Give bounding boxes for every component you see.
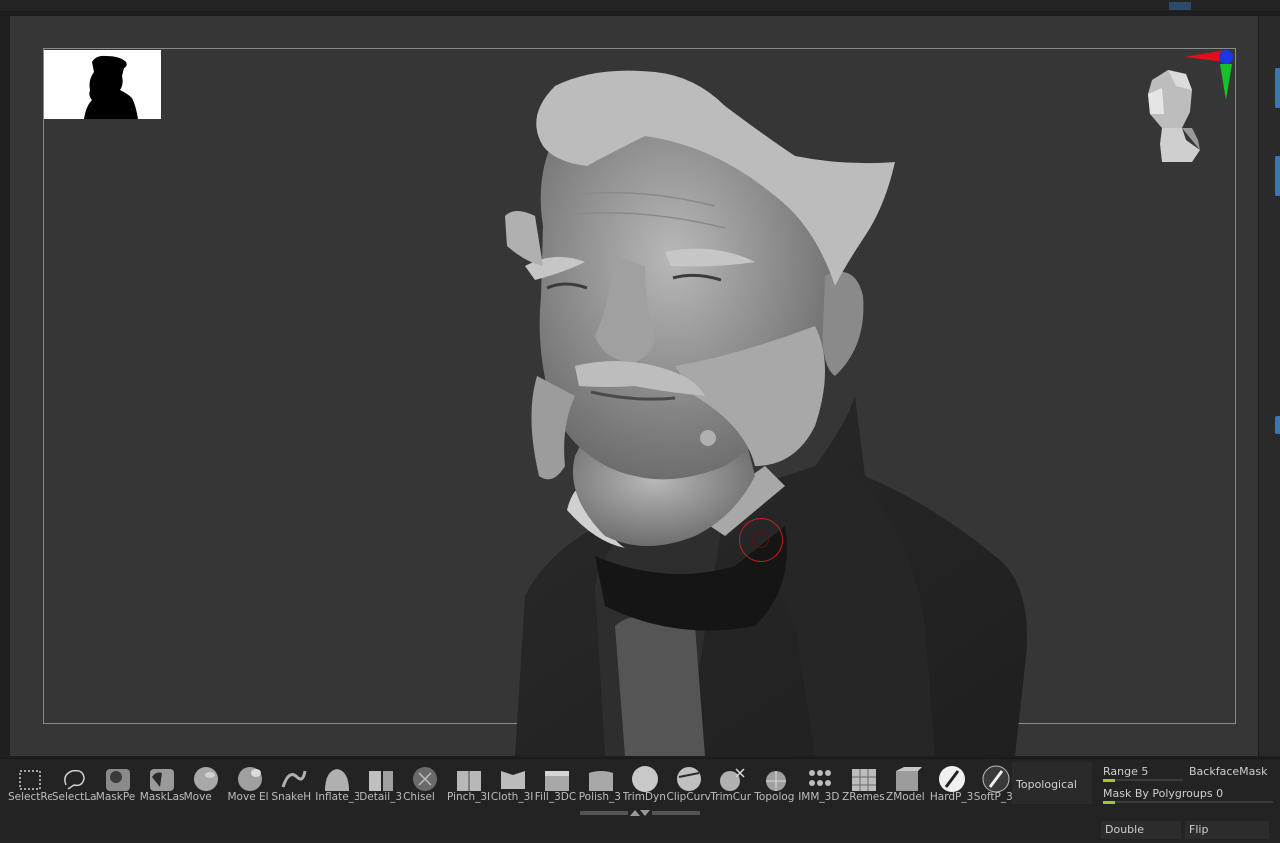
brush-label: Fill_3DC <box>534 791 577 803</box>
brush-fill-3dc[interactable]: Fill_3DC <box>535 763 579 805</box>
brush-label: Detail_3 <box>359 791 403 803</box>
brush-label: SelectLa <box>51 791 96 803</box>
active-tab-marker[interactable] <box>1169 2 1191 10</box>
brush-inflate-3[interactable]: Inflate_3 <box>315 763 359 805</box>
brush-pinch-3i[interactable]: Pinch_3I <box>447 763 491 805</box>
brush-label: Move El <box>227 791 269 803</box>
brush-label: Move <box>183 791 212 803</box>
mask-by-polygroups-track <box>1103 801 1273 804</box>
brush-label: Chisel <box>403 791 435 803</box>
brush-selectre[interactable]: SelectRe <box>8 763 52 805</box>
range-track <box>1103 779 1183 782</box>
top-menu-bar <box>0 0 1280 12</box>
brush-move-el[interactable]: Move El <box>228 763 272 805</box>
navigation-head-icon[interactable] <box>1140 66 1204 166</box>
silhouette-icon <box>84 55 138 119</box>
brush-move[interactable]: Move <box>184 763 228 805</box>
brush-label: TrimCur <box>710 791 752 803</box>
range-fill <box>1103 779 1115 782</box>
brush-label: SnakeH <box>271 791 312 803</box>
brush-detail-3[interactable]: Detail_3 <box>359 763 403 805</box>
double-label: Double <box>1105 823 1144 836</box>
brush-label: Polish_3 <box>578 791 621 803</box>
brush-label: Inflate_3 <box>315 791 360 803</box>
brush-label: MaskLas <box>139 791 184 803</box>
range-label: Range 5 <box>1103 765 1149 778</box>
brush-snakeh[interactable]: SnakeH <box>271 763 315 805</box>
brush-trimcur[interactable]: TrimCur <box>710 763 754 805</box>
right-panel-button[interactable] <box>1275 68 1280 108</box>
range-slider[interactable]: Range 5 <box>1101 762 1185 782</box>
brush-label: ZRemes <box>842 791 885 803</box>
brush-label: Pinch_3I <box>447 791 491 803</box>
brush-hardp-3[interactable]: HardP_3 <box>930 763 974 805</box>
topological-button[interactable]: Topological <box>1012 762 1092 804</box>
flip-label: Flip <box>1189 823 1209 836</box>
brush-label: Topolog <box>754 791 795 803</box>
brush-maskpe[interactable]: MaskPe <box>96 763 140 805</box>
brush-imm-3d[interactable]: IMM_3D <box>798 763 842 805</box>
right-panel-button[interactable] <box>1275 416 1280 434</box>
brush-cursor <box>739 518 783 562</box>
flip-toggle[interactable]: Flip <box>1185 821 1269 839</box>
brush-label: HardP_3 <box>929 791 974 803</box>
sculpt-model[interactable] <box>495 66 1035 756</box>
brush-clipcurv[interactable]: ClipCurv <box>667 763 711 805</box>
right-panel-button[interactable] <box>1275 156 1280 196</box>
brush-topolog[interactable]: Topolog <box>754 763 798 805</box>
double-toggle[interactable]: Double <box>1101 821 1181 839</box>
brush-masklas[interactable]: MaskLas <box>140 763 184 805</box>
brush-cursor-inner <box>752 531 769 548</box>
backfacemask-toggle[interactable]: BackfaceMask <box>1187 762 1277 782</box>
brush-label: IMM_3D <box>798 791 840 803</box>
brush-label: MaskPe <box>95 791 136 803</box>
shelf-scroll-handle[interactable] <box>580 809 700 817</box>
brush-label: ZModel <box>886 791 925 803</box>
brush-polish-3[interactable]: Polish_3 <box>579 763 623 805</box>
brush-label: ClipCurv <box>666 791 711 803</box>
silhouette-thumbnail[interactable] <box>44 50 161 119</box>
mask-by-polygroups-label: Mask By Polygroups 0 <box>1103 787 1224 800</box>
brush-trimdyn[interactable]: TrimDyn <box>623 763 667 805</box>
brush-zmodel[interactable]: ZModel <box>886 763 930 805</box>
right-side-panel <box>1258 16 1280 756</box>
brush-label: TrimDyn <box>622 791 666 803</box>
brush-label: Cloth_3I <box>490 791 534 803</box>
brush-zremes[interactable]: ZRemes <box>842 763 886 805</box>
backfacemask-label: BackfaceMask <box>1189 765 1268 778</box>
mask-by-polygroups-fill <box>1103 801 1115 804</box>
topological-label: Topological <box>1016 778 1077 791</box>
brush-selectla[interactable]: SelectLa <box>52 763 96 805</box>
brush-label: SelectRe <box>8 791 52 803</box>
brush-cloth-3i[interactable]: Cloth_3I <box>491 763 535 805</box>
brush-chisel[interactable]: Chisel <box>403 763 447 805</box>
mask-by-polygroups-slider[interactable]: Mask By Polygroups 0 <box>1101 784 1277 804</box>
